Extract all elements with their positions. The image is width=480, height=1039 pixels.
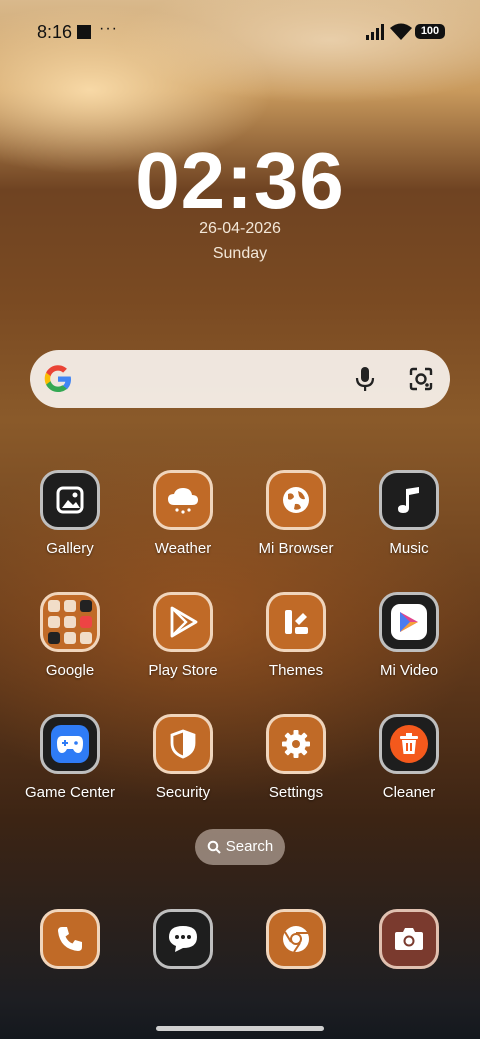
- google-logo-icon: [44, 365, 71, 392]
- shield-icon: [153, 714, 213, 774]
- app-game-center[interactable]: Game Center: [15, 714, 125, 801]
- dock-phone[interactable]: [15, 909, 125, 969]
- app-label: Game Center: [24, 784, 116, 801]
- battery-icon: 100: [415, 24, 445, 39]
- lens-camera-icon[interactable]: [409, 367, 433, 391]
- gear-icon: [266, 714, 326, 774]
- gallery-icon: [40, 470, 100, 530]
- google-search-bar[interactable]: [30, 350, 450, 408]
- themes-icon: [266, 592, 326, 652]
- folder-icon: [40, 592, 100, 652]
- stop-square-icon: [77, 25, 91, 39]
- app-label: Music: [389, 540, 429, 557]
- status-bar: 8:16 ··· 100: [0, 0, 480, 62]
- app-label: Gallery: [46, 540, 94, 557]
- app-mi-video[interactable]: Mi Video: [354, 592, 464, 679]
- app-label: Settings: [268, 784, 324, 801]
- app-weather[interactable]: Weather: [128, 470, 238, 557]
- search-icon: [207, 840, 221, 854]
- app-security[interactable]: Security: [128, 714, 238, 801]
- search-label: Search: [225, 838, 274, 855]
- app-label: Themes: [268, 662, 324, 679]
- dock-chrome[interactable]: [241, 909, 351, 969]
- chrome-icon: [266, 909, 326, 969]
- clock-date: 26-04-2026: [199, 220, 281, 237]
- app-themes[interactable]: Themes: [241, 592, 351, 679]
- gamepad-icon: [40, 714, 100, 774]
- app-label: Security: [155, 784, 211, 801]
- app-mi-browser[interactable]: Mi Browser: [241, 470, 351, 557]
- app-label: Mi Browser: [258, 540, 334, 557]
- cloud-icon: [153, 470, 213, 530]
- chat-bubble-icon: [153, 909, 213, 969]
- app-google-folder[interactable]: Google: [15, 592, 125, 679]
- app-label: Weather: [154, 540, 212, 557]
- clock-time[interactable]: 02:36: [0, 135, 480, 227]
- app-music[interactable]: Music: [354, 470, 464, 557]
- status-time: 8:16: [37, 22, 73, 42]
- app-cleaner[interactable]: Cleaner: [354, 714, 464, 801]
- wifi-icon: [390, 23, 412, 40]
- dock-camera[interactable]: [354, 909, 464, 969]
- status-overflow: ···: [99, 20, 118, 37]
- app-label: Google: [45, 662, 95, 679]
- app-play-store[interactable]: Play Store: [128, 592, 238, 679]
- home-indicator[interactable]: [156, 1026, 324, 1031]
- app-label: Play Store: [148, 662, 218, 679]
- app-label: Cleaner: [382, 784, 436, 801]
- dock-messages[interactable]: [128, 909, 238, 969]
- app-search-button[interactable]: Search: [195, 829, 285, 865]
- trash-icon: [379, 714, 439, 774]
- music-note-icon: [379, 470, 439, 530]
- clock-day: Sunday: [212, 245, 268, 262]
- camera-icon: [379, 909, 439, 969]
- signal-icon: [366, 24, 384, 40]
- app-label: Mi Video: [379, 662, 439, 679]
- phone-icon: [40, 909, 100, 969]
- microphone-icon[interactable]: [354, 366, 376, 392]
- globe-icon: [266, 470, 326, 530]
- video-play-icon: [379, 592, 439, 652]
- play-store-icon: [153, 592, 213, 652]
- app-settings[interactable]: Settings: [241, 714, 351, 801]
- app-gallery[interactable]: Gallery: [15, 470, 125, 557]
